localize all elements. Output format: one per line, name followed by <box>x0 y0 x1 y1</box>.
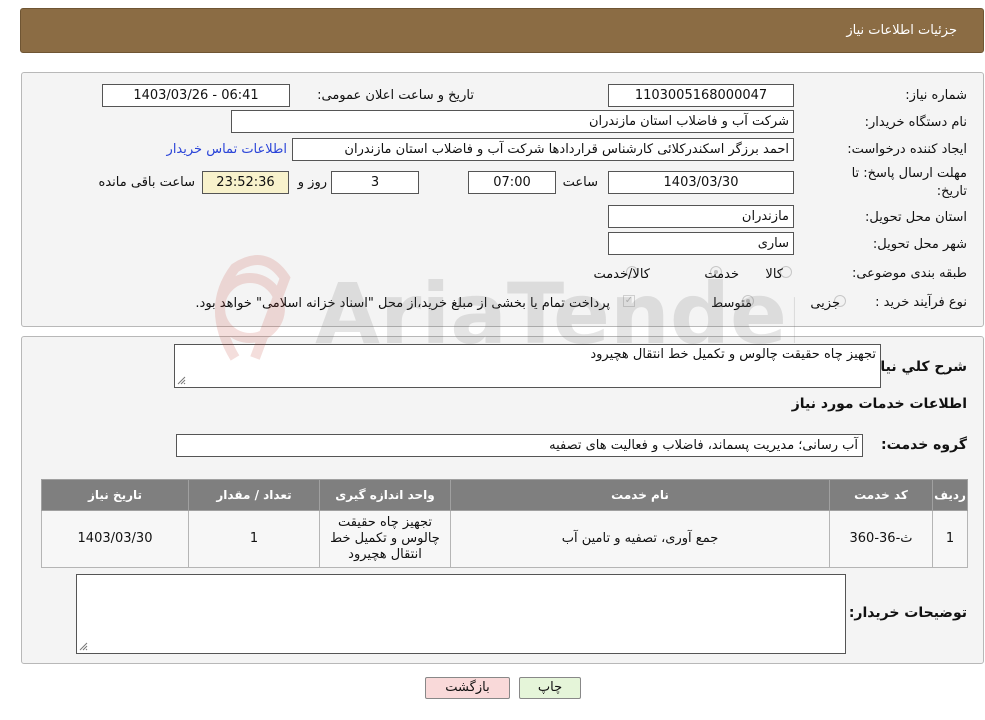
col-header-row-number: ردیف <box>932 479 968 511</box>
city-label: شهر محل تحویل: <box>872 237 967 252</box>
category-option-goods: کالا <box>765 267 783 282</box>
buyer-org-label: نام دستگاه خریدار: <box>864 115 967 130</box>
col-header-need-date: تاریخ نیاز <box>41 479 189 511</box>
category-option-service: خدمت <box>704 267 739 282</box>
city-field: ساری <box>608 232 794 255</box>
deadline-time-label: ساعت <box>562 175 598 190</box>
treasury-note: پرداخت تمام یا بخشی از مبلغ خرید،از محل … <box>195 296 610 311</box>
col-header-unit: واحد اندازه گیری <box>319 479 451 511</box>
cell-service-code: ث-36-360 <box>829 510 933 568</box>
page-title: جزئیات اطلاعات نیاز <box>846 23 957 38</box>
process-type-label: نوع فرآیند خرید : <box>875 295 967 310</box>
cell-unit: تجهیز چاه حقیقت چالوس و تکمیل خط انتقال … <box>319 510 451 568</box>
back-button[interactable]: بازگشت <box>425 677 510 699</box>
need-number-label: شماره نیاز: <box>905 88 967 103</box>
deadline-label-line2: تاریخ: <box>936 184 967 199</box>
cell-service-name: جمع آوری، تصفیه و تامین آب <box>450 510 830 568</box>
category-option-goods-service: کالا/خدمت <box>593 267 650 282</box>
print-button[interactable]: چاپ <box>519 677 581 699</box>
services-table: ردیف کد خدمت نام خدمت واحد اندازه گیری ت… <box>41 479 968 568</box>
process-option-minor: جزیی <box>810 296 840 311</box>
announce-date-label: تاریخ و ساعت اعلان عمومی: <box>317 88 474 103</box>
days-field: 3 <box>331 171 419 194</box>
deadline-time-field: 07:00 <box>468 171 556 194</box>
buyer-org-field: شرکت آب و فاضلاب استان مازندران <box>231 110 794 133</box>
page-header: جزئیات اطلاعات نیاز <box>20 8 984 53</box>
need-number-field: 1103005168000047 <box>608 84 794 107</box>
province-field: مازندران <box>608 205 794 228</box>
details-panel: شرح کلي نياز: تجهیز چاه حقیقت چالوس و تک… <box>21 336 984 664</box>
buyer-notes-label: توضیحات خریدار: <box>848 605 967 621</box>
col-header-service-code: کد خدمت <box>829 479 933 511</box>
cell-need-date: 1403/03/30 <box>41 510 189 568</box>
treasury-checkbox[interactable]: ✓ <box>623 295 635 307</box>
cell-row-number: 1 <box>932 510 968 568</box>
service-group-label: گروه خدمت: <box>881 437 967 453</box>
province-label: استان محل تحویل: <box>865 210 967 225</box>
remaining-time-field: 23:52:36 <box>202 171 289 194</box>
cell-quantity: 1 <box>188 510 320 568</box>
resize-grip-icon[interactable] <box>177 376 186 385</box>
deadline-date-field: 1403/03/30 <box>608 171 794 194</box>
services-section-title: اطلاعات خدمات مورد نیاز <box>791 396 967 412</box>
creator-label: ایجاد کننده درخواست: <box>847 142 967 157</box>
category-label: طبقه بندی موضوعی: <box>851 266 967 281</box>
table-row: 1 ث-36-360 جمع آوری، تصفیه و تامین آب تج… <box>41 510 968 568</box>
creator-field: احمد برزگر اسکندرکلائی کارشناس قراردادها… <box>292 138 794 161</box>
summary-text: تجهیز چاه حقیقت چالوس و تکمیل خط انتقال … <box>590 347 876 362</box>
service-group-field: آب رسانی؛ مدیریت پسماند، فاضلاب و فعالیت… <box>176 434 863 457</box>
col-header-service-name: نام خدمت <box>450 479 830 511</box>
process-option-medium: متوسط <box>711 296 752 311</box>
col-header-quantity: تعداد / مقدار <box>188 479 320 511</box>
table-header-row: ردیف کد خدمت نام خدمت واحد اندازه گیری ت… <box>41 479 968 511</box>
buyer-notes-textarea[interactable] <box>76 574 846 654</box>
days-label: روز و <box>297 175 327 190</box>
resize-grip-icon[interactable] <box>79 642 88 651</box>
buyer-contact-link[interactable]: اطلاعات تماس خریدار <box>167 142 287 157</box>
need-info-panel: شماره نیاز: 1103005168000047 تاریخ و ساع… <box>21 72 984 327</box>
summary-label: شرح کلي نياز: <box>866 359 967 375</box>
deadline-label: مهلت ارسال پاسخ: تا <box>851 166 967 181</box>
remaining-label: ساعت باقی مانده <box>98 175 195 190</box>
summary-textarea[interactable]: تجهیز چاه حقیقت چالوس و تکمیل خط انتقال … <box>174 344 881 388</box>
announce-date-field: 1403/03/26 - 06:41 <box>102 84 290 107</box>
